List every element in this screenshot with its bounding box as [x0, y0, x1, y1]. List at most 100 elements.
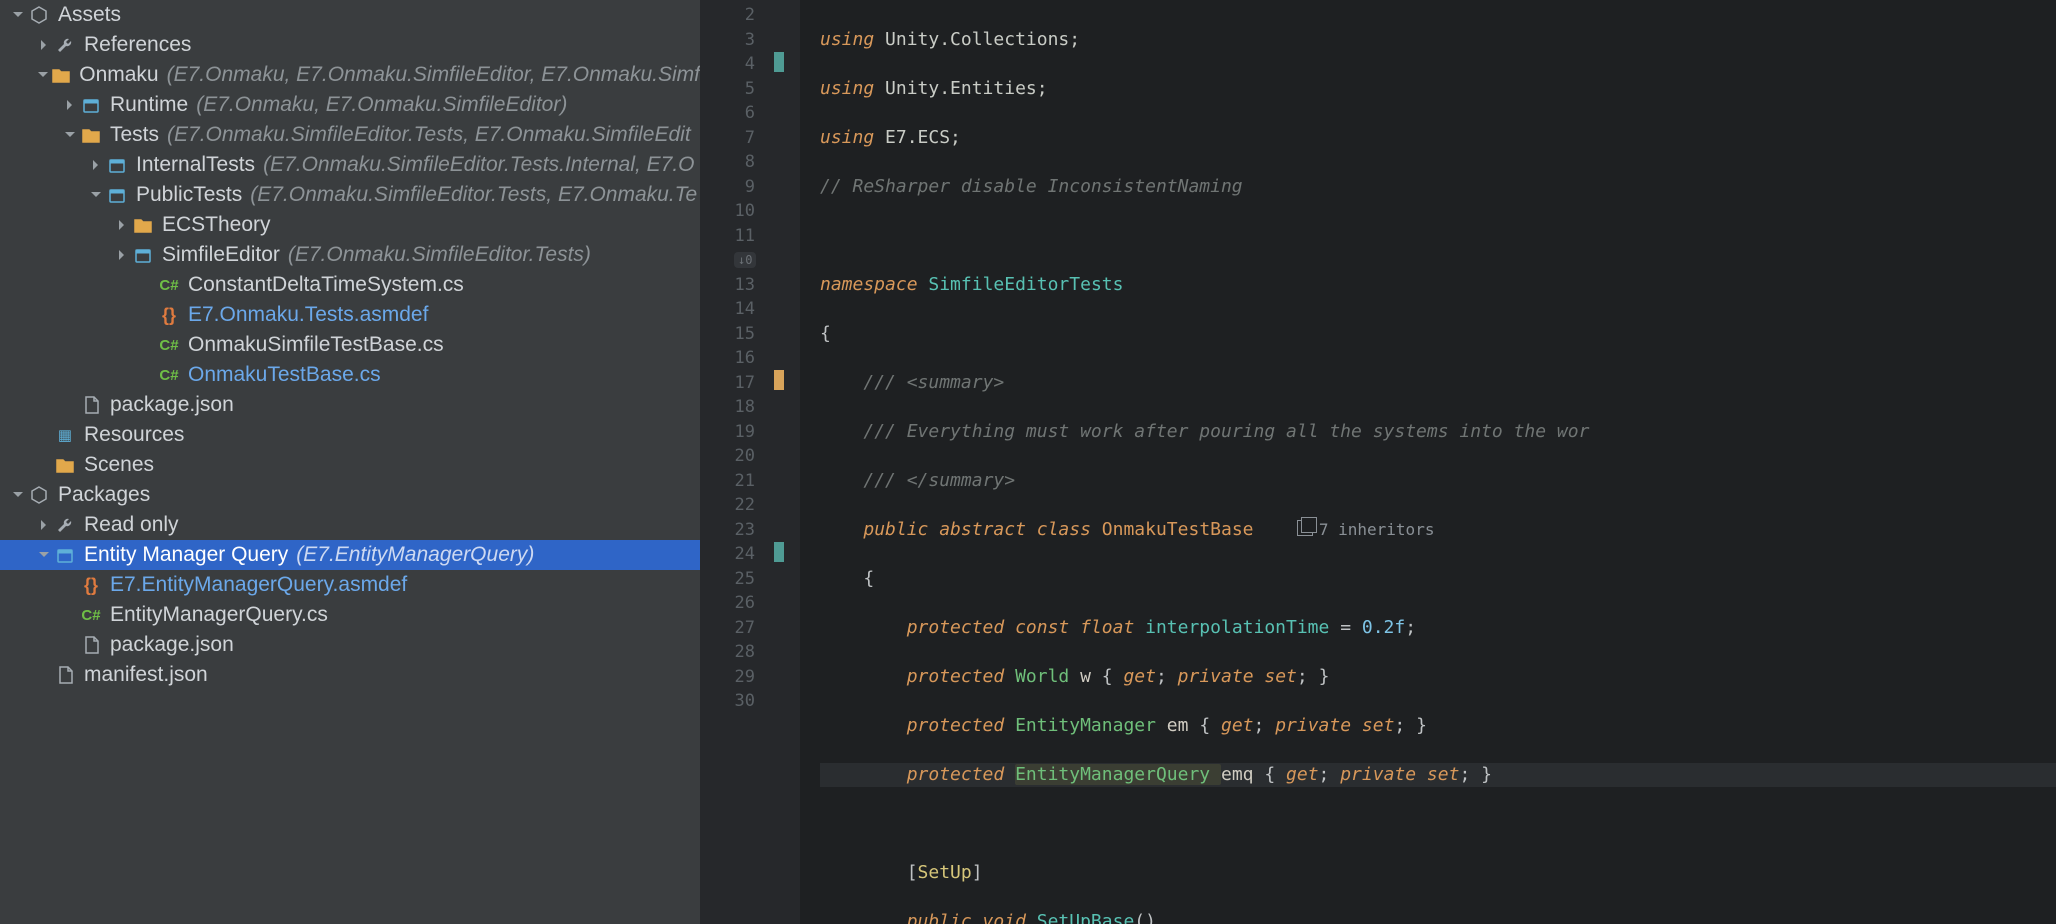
pn: ;: [1319, 764, 1341, 785]
line-number: 10: [700, 199, 770, 224]
tree-node-manifest[interactable]: manifest.json: [0, 660, 700, 690]
line-number: 24: [700, 542, 770, 567]
vcs-marker: [774, 52, 784, 72]
chevron-down-icon[interactable]: [8, 9, 28, 21]
line-number: 22: [700, 493, 770, 518]
comment: /// Everything must work after pouring a…: [863, 421, 1589, 442]
line-number: 30: [700, 689, 770, 714]
label: SimfileEditor: [162, 243, 280, 267]
id: emq: [1221, 764, 1254, 785]
file-icon: [54, 664, 76, 686]
label: package.json: [110, 633, 234, 657]
label: package.json: [110, 393, 234, 417]
tree-node-scenes[interactable]: Scenes: [0, 450, 700, 480]
pn: ;: [1254, 715, 1276, 736]
pn: ; }: [1297, 666, 1330, 687]
tree-node-emqasm[interactable]: {} E7.EntityManagerQuery.asmdef: [0, 570, 700, 600]
pn: ]: [972, 862, 983, 883]
tree-node-emq[interactable]: Entity Manager Query (E7.EntityManagerQu…: [0, 540, 700, 570]
solution-explorer[interactable]: Assets References Onmaku (E7.Onmaku, E7.…: [0, 0, 700, 924]
inheritors-hint[interactable]: 7 inheritors: [1297, 520, 1435, 539]
packages-icon: [28, 484, 50, 506]
chevron-right-icon[interactable]: [34, 39, 54, 51]
label: manifest.json: [84, 663, 208, 687]
inheritors-icon: [1297, 520, 1313, 536]
label: Scenes: [84, 453, 154, 477]
chevron-down-icon[interactable]: [60, 129, 80, 141]
tree-node-assets[interactable]: Assets: [0, 0, 700, 30]
kw: get: [1123, 666, 1156, 687]
folder-icon: [51, 64, 71, 86]
label: Runtime: [110, 93, 188, 117]
tree-node-ecstheory[interactable]: ECSTheory: [0, 210, 700, 240]
hint: (E7.Onmaku.SimfileEditor.Tests.Internal,…: [263, 153, 694, 177]
code-editor[interactable]: 2345678910111213141516171819202122232425…: [700, 0, 2056, 924]
tree-node-tests[interactable]: Tests (E7.Onmaku.SimfileEditor.Tests, E7…: [0, 120, 700, 150]
id: interpolationTime: [1145, 617, 1329, 638]
tree-node-emqcs[interactable]: C# EntityManagerQuery.cs: [0, 600, 700, 630]
tree-node-readonly[interactable]: Read only: [0, 510, 700, 540]
comment: /// </summary>: [863, 470, 1015, 491]
tree-node-onmaku[interactable]: Onmaku (E7.Onmaku, E7.Onmaku.SimfileEdit…: [0, 60, 700, 90]
chevron-right-icon[interactable]: [112, 219, 132, 231]
tree-node-publictests[interactable]: PublicTests (E7.Onmaku.SimfileEditor.Tes…: [0, 180, 700, 210]
folder-icon: [132, 214, 154, 236]
chevron-right-icon[interactable]: [86, 159, 106, 171]
chevron-down-icon[interactable]: [34, 69, 51, 81]
pn: ; }: [1459, 764, 1492, 785]
kw: private set: [1178, 666, 1297, 687]
resources-icon: ▦: [54, 424, 76, 446]
kw: protected const float: [907, 617, 1145, 638]
vcs-marker: [774, 370, 784, 390]
change-marker-column: [770, 0, 800, 924]
tree-node-pkgjson2[interactable]: package.json: [0, 630, 700, 660]
folder-icon: [54, 454, 76, 476]
folder-icon: [80, 124, 102, 146]
assets-icon: [28, 4, 50, 26]
kw: private set: [1275, 715, 1394, 736]
txt: Unity.Entities;: [874, 78, 1047, 99]
label: E7.Onmaku.Tests.asmdef: [188, 303, 428, 327]
tree-node-internaltests[interactable]: InternalTests (E7.Onmaku.SimfileEditor.T…: [0, 150, 700, 180]
pn: (): [1134, 911, 1156, 924]
line-number: 5: [700, 77, 770, 102]
file-icon: [80, 394, 102, 416]
chevron-right-icon[interactable]: [34, 519, 54, 531]
tree-node-asmtests[interactable]: {} E7.Onmaku.Tests.asmdef: [0, 300, 700, 330]
tree-node-simfiletestbase[interactable]: C# OnmakuSimfileTestBase.cs: [0, 330, 700, 360]
kw: private set: [1340, 764, 1459, 785]
class-name: OnmakuTestBase: [1102, 519, 1254, 540]
chevron-down-icon[interactable]: [34, 549, 54, 561]
label: OnmakuSimfileTestBase.cs: [188, 333, 444, 357]
kw: public void: [907, 911, 1037, 924]
kw: protected: [907, 715, 1015, 736]
chevron-down-icon[interactable]: [86, 189, 106, 201]
tree-node-pkgjson1[interactable]: package.json: [0, 390, 700, 420]
csharp-icon: C#: [80, 604, 102, 626]
line-number: 19: [700, 420, 770, 445]
line-number: 16: [700, 346, 770, 371]
gutter-download-hint[interactable]: ↓0: [734, 252, 756, 268]
chevron-down-icon[interactable]: [8, 489, 28, 501]
label: References: [84, 33, 191, 57]
kw: using: [820, 127, 874, 148]
tree-node-constdelta[interactable]: C# ConstantDeltaTimeSystem.cs: [0, 270, 700, 300]
references-icon: [54, 34, 76, 56]
tree-node-simfileeditor[interactable]: SimfileEditor (E7.Onmaku.SimfileEditor.T…: [0, 240, 700, 270]
chevron-right-icon[interactable]: [112, 249, 132, 261]
code-area[interactable]: using Unity.Collections; using Unity.Ent…: [800, 0, 2056, 924]
tree-node-resources[interactable]: ▦ Resources: [0, 420, 700, 450]
comment: /// <summary>: [863, 372, 1004, 393]
tree-node-references[interactable]: References: [0, 30, 700, 60]
module-icon: [106, 184, 128, 206]
chevron-right-icon[interactable]: [60, 99, 80, 111]
line-number: 8: [700, 150, 770, 175]
module-icon: [106, 154, 128, 176]
tree-node-testbase[interactable]: C# OnmakuTestBase.cs: [0, 360, 700, 390]
module-icon: [80, 94, 102, 116]
label: OnmakuTestBase.cs: [188, 363, 381, 387]
tree-node-packages[interactable]: Packages: [0, 480, 700, 510]
line-number: 17: [700, 371, 770, 396]
line-number: 2: [700, 3, 770, 28]
tree-node-runtime[interactable]: Runtime (E7.Onmaku, E7.Onmaku.SimfileEdi…: [0, 90, 700, 120]
